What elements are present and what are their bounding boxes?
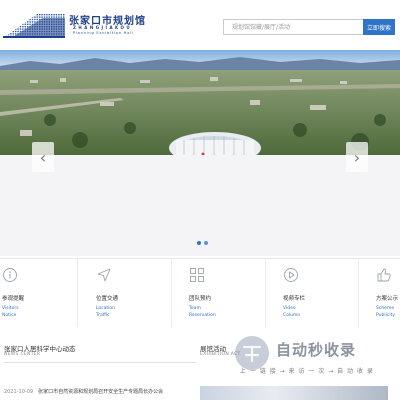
watermark-slogan: 上 一 链 接 → 来 访 一 次 → 自 动 收 录	[240, 368, 374, 375]
chevron-right-icon: ›	[353, 147, 361, 167]
site-header: 张家口市规划馆 ZHANGJIAKOU Planning Exhibition …	[0, 0, 400, 50]
service-scheme-publicity[interactable]: 方案公示 Scheme Publicity	[374, 259, 400, 327]
video-icon	[284, 268, 298, 282]
team-icon	[190, 268, 204, 282]
banner-dot-1[interactable]	[197, 241, 201, 245]
service-nav: 参观提醒 Visitors Notice 位置交通 Location Traff…	[0, 258, 400, 327]
banner-carousel: ‹ ›	[0, 50, 400, 256]
site-logo[interactable]: 张家口市规划馆 ZHANGJIAKOU Planning Exhibition …	[3, 12, 158, 40]
logo-pinyin: ZHANGJIAKOU	[73, 25, 133, 30]
banner-dots	[197, 241, 208, 245]
exhibition-thumbnail-image[interactable]	[200, 386, 388, 400]
divider	[358, 259, 359, 327]
service-location-traffic[interactable]: 位置交通 Location Traffic	[94, 259, 144, 327]
service-label-en: Notice	[2, 313, 17, 318]
service-label-en: Traffic	[96, 313, 110, 318]
divider	[4, 362, 196, 363]
search-bar: 立即搜索	[223, 19, 395, 35]
service-label-en: Video	[283, 306, 296, 311]
service-label: 视频专栏	[283, 296, 306, 302]
service-label: 团队预约	[189, 296, 212, 302]
banner-photo-image	[0, 50, 400, 155]
banner-dot-2[interactable]	[204, 241, 208, 245]
service-label-en: Publicity	[376, 313, 395, 318]
divider	[77, 259, 78, 327]
service-label: 方案公示	[376, 296, 399, 302]
location-arrow-icon	[97, 268, 111, 282]
like-icon	[377, 268, 391, 282]
service-label-en: Visitors	[2, 306, 19, 311]
news-title: 张家口市自然资源和规划局召开安全生产专题局长办公会	[38, 389, 164, 395]
watermark-title: 自动秒收录	[276, 341, 357, 359]
news-date: 2021-10-09	[4, 389, 34, 395]
chevron-left-icon: ‹	[39, 147, 47, 167]
service-label: 位置交通	[96, 296, 119, 302]
banner-prev-button[interactable]: ‹	[32, 142, 54, 172]
service-video-column[interactable]: 视频专栏 Video Column	[281, 259, 331, 327]
divider	[171, 259, 172, 327]
page: 张家口市规划馆 ZHANGJIAKOU Planning Exhibition …	[0, 0, 400, 400]
search-input[interactable]	[223, 19, 363, 35]
service-visitors-notice[interactable]: 参观提醒 Visitors Notice	[0, 259, 50, 327]
divider	[265, 259, 266, 327]
logo-mark-icon	[3, 14, 65, 38]
service-label-en: Team	[189, 306, 201, 311]
logo-english: Planning Exhibition Hall	[73, 31, 134, 35]
news-section: 张家口人居科学中心动态 NEWS CENTER 2021-10-09 张家口市自然…	[4, 326, 196, 400]
search-button[interactable]: 立即搜索	[363, 19, 395, 35]
service-label: 参观提醒	[2, 296, 25, 302]
info-icon	[3, 268, 17, 282]
news-item[interactable]: 2021-10-09 张家口市自然资源和规划局召开安全生产专题局长办公会	[4, 388, 163, 395]
banner-next-button[interactable]: ›	[346, 142, 368, 172]
service-team-reservation[interactable]: 团队预约 Team Reservation	[187, 259, 237, 327]
watermark: 自动秒收录 上 一 链 接 → 来 访 一 次 → 自 动 收 录	[234, 335, 394, 375]
service-label-en: Column	[283, 313, 301, 318]
news-section-subtitle: NEWS CENTER	[4, 352, 41, 357]
service-label-en: Scheme	[376, 306, 395, 311]
service-label-en: Reservation	[189, 313, 216, 318]
service-label-en: Location	[96, 306, 116, 311]
